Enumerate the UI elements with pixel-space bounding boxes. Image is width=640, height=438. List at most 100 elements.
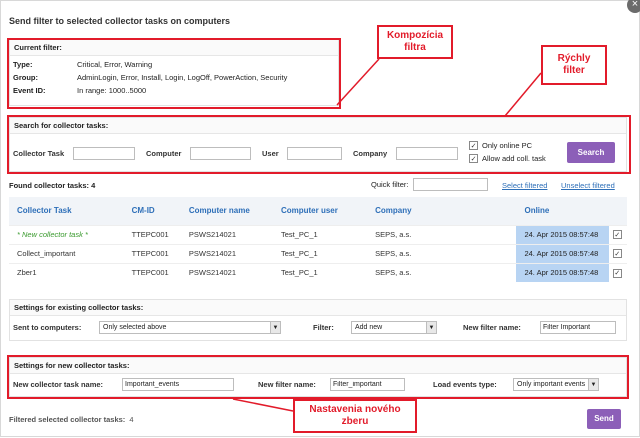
- online-time: 24. Apr 2015 08:57:48: [516, 224, 609, 244]
- send-filter-dialog: × Send filter to selected collector task…: [0, 0, 640, 437]
- callout-quick: Rýchly filter: [541, 45, 607, 85]
- online-time: 24. Apr 2015 08:57:48: [516, 243, 609, 263]
- row-select-checkbox-icon[interactable]: ✓: [612, 249, 622, 259]
- connector-composition: [336, 58, 380, 106]
- unselect-filtered-link[interactable]: Unselect filtered: [561, 181, 615, 190]
- only-online-row[interactable]: ✓ Only online PC: [469, 141, 532, 150]
- new-settings-row: New collector task name: New filter name…: [13, 378, 599, 391]
- existing-settings-row: Sent to computers: Only selected above ▼…: [13, 321, 616, 334]
- filtered-selected-label: Filtered selected collector tasks:: [9, 415, 126, 424]
- callout-new-collection: Nastavenia nového zberu: [293, 399, 417, 433]
- search-header: Search for collector tasks:: [10, 118, 626, 134]
- task-name: Collect_important: [9, 243, 124, 263]
- new-settings-panel: Settings for new collector tasks:: [9, 357, 627, 397]
- chevron-down-icon: ▼: [426, 322, 436, 333]
- table-row[interactable]: * New collector task * TTEPC001 PSWS2140…: [9, 224, 627, 244]
- filter-label: Filter:: [313, 323, 334, 332]
- filter-eventid-row: Event ID: In range: 1000..5000: [13, 86, 146, 95]
- connector-quick: [504, 72, 542, 117]
- computer-name: PSWS214021: [180, 262, 273, 282]
- search-panel: Search for collector tasks:: [9, 117, 627, 172]
- allow-add-row[interactable]: ✓ Allow add coll. task: [469, 154, 546, 163]
- task-name: * New collector task *: [9, 224, 124, 244]
- current-filter-header: Current filter:: [10, 40, 338, 56]
- chevron-down-icon: ▼: [588, 379, 598, 390]
- quick-filter: Quick filter:: [371, 178, 488, 191]
- table-row[interactable]: Zber1 TTEPC001 PSWS214021 Test_PC_1 SEPS…: [9, 262, 627, 282]
- computer-name: PSWS214021: [180, 224, 273, 244]
- computer-name: PSWS214021: [180, 243, 273, 263]
- filter-group-value: AdminLogin, Error, Install, Login, LogOf…: [77, 73, 288, 82]
- connector-new-settings: [232, 398, 294, 412]
- search-button[interactable]: Search: [567, 142, 615, 163]
- collector-task-label: Collector Task: [13, 149, 65, 158]
- col-cmid[interactable]: CM-ID: [124, 197, 181, 225]
- computer-input[interactable]: [190, 147, 251, 160]
- filter-group-label: Group:: [13, 73, 38, 82]
- row-select-checkbox-icon[interactable]: ✓: [612, 268, 622, 278]
- filter-type-label: Type:: [13, 60, 33, 69]
- filter-eventid-value: In range: 1000..5000: [77, 86, 147, 95]
- cm-id: TTEPC001: [123, 224, 181, 244]
- send-button[interactable]: Send: [587, 409, 621, 429]
- company: SEPS, a.s.: [367, 262, 517, 282]
- close-icon[interactable]: ×: [627, 0, 640, 13]
- new-filter-name-label: New filter name:: [463, 323, 521, 332]
- company-input[interactable]: [396, 147, 458, 160]
- load-events-label: Load events type:: [433, 380, 497, 389]
- new-filter-name-label-2: New filter name:: [258, 380, 316, 389]
- col-collector-task[interactable]: Collector Task: [9, 197, 124, 225]
- callout-composition: Kompozícia filtra: [377, 25, 453, 59]
- only-online-checkbox-icon[interactable]: ✓: [469, 141, 478, 150]
- user-input[interactable]: [287, 147, 342, 160]
- computer-label: Computer: [146, 149, 182, 158]
- new-filter-name-input-2[interactable]: [330, 378, 405, 391]
- col-computer-name[interactable]: Computer name: [181, 197, 273, 225]
- filter-type-row: Type: Critical, Error, Warning: [13, 60, 152, 69]
- chevron-down-icon: ▼: [270, 322, 280, 333]
- company: SEPS, a.s.: [367, 224, 517, 244]
- filtered-selected: Filtered selected collector tasks: 4: [9, 415, 133, 424]
- load-events-select[interactable]: Only important events ▼: [513, 378, 599, 391]
- allow-add-label: Allow add coll. task: [482, 154, 546, 163]
- cm-id: TTEPC001: [123, 262, 181, 282]
- collector-task-input[interactable]: [73, 147, 135, 160]
- col-computer-user[interactable]: Computer user: [273, 197, 367, 225]
- allow-add-checkbox-icon[interactable]: ✓: [469, 154, 478, 163]
- user-label: User: [262, 149, 279, 158]
- filtered-selected-count: 4: [129, 415, 134, 424]
- select-filtered-link[interactable]: Select filtered: [502, 181, 547, 190]
- online-time: 24. Apr 2015 08:57:48: [516, 262, 609, 282]
- collector-tasks-table: Collector Task CM-ID Computer name Compu…: [9, 197, 627, 282]
- sent-to-select[interactable]: Only selected above ▼: [99, 321, 281, 334]
- sent-to-label: Sent to computers:: [13, 323, 82, 332]
- company-label: Company: [353, 149, 388, 158]
- found-count: Found collector tasks: 4: [9, 181, 96, 190]
- row-select-checkbox-icon[interactable]: ✓: [612, 230, 622, 240]
- existing-settings-panel: Settings for existing collector tasks:: [9, 299, 627, 341]
- only-online-label: Only online PC: [482, 141, 533, 150]
- new-filter-name-input[interactable]: [540, 321, 616, 334]
- computer-user: Test_PC_1: [272, 224, 368, 244]
- cm-id: TTEPC001: [123, 243, 181, 263]
- quick-filter-label: Quick filter:: [371, 180, 409, 189]
- table-header: Collector Task CM-ID Computer name Compu…: [9, 197, 627, 225]
- computer-user: Test_PC_1: [272, 262, 368, 282]
- quick-filter-input[interactable]: [412, 178, 488, 191]
- filter-eventid-label: Event ID:: [13, 86, 46, 95]
- dialog-title: Send filter to selected collector tasks …: [9, 16, 231, 26]
- computer-user: Test_PC_1: [272, 243, 368, 263]
- new-settings-header: Settings for new collector tasks:: [10, 358, 626, 374]
- col-company[interactable]: Company: [367, 197, 516, 225]
- filter-group-row: Group: AdminLogin, Error, Install, Login…: [13, 73, 287, 82]
- filter-select[interactable]: Add new ▼: [351, 321, 437, 334]
- new-task-name-label: New collector task name:: [13, 380, 104, 389]
- new-task-name-input[interactable]: [122, 378, 234, 391]
- table-row[interactable]: Collect_important TTEPC001 PSWS214021 Te…: [9, 243, 627, 263]
- search-row: Collector Task Computer User Company: [13, 147, 458, 160]
- task-name: Zber1: [9, 262, 124, 282]
- filter-type-value: Critical, Error, Warning: [77, 60, 153, 69]
- col-online[interactable]: Online: [516, 197, 608, 225]
- company: SEPS, a.s.: [367, 243, 517, 263]
- existing-settings-header: Settings for existing collector tasks:: [10, 300, 626, 316]
